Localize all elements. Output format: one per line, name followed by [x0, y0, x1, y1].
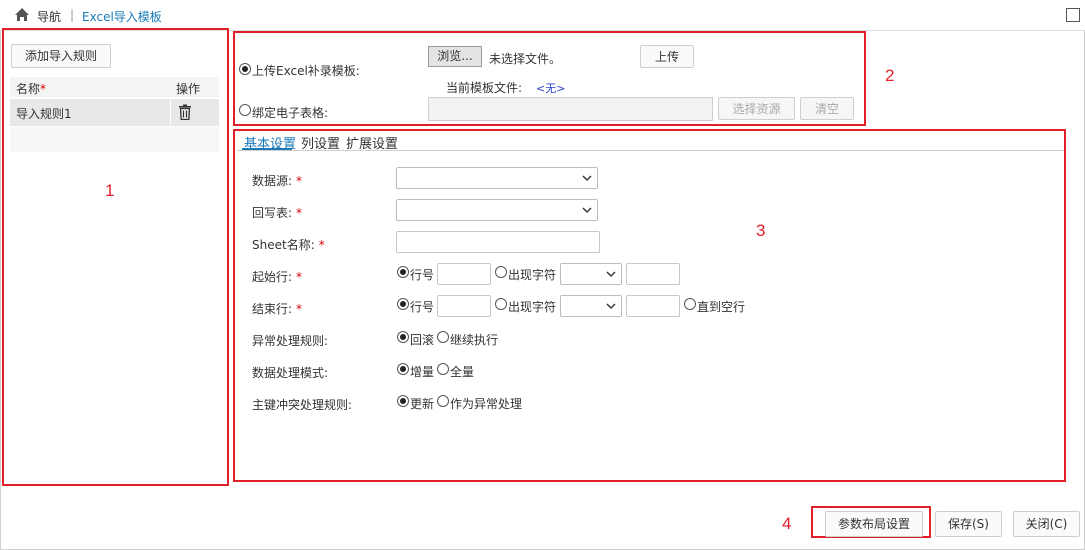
browse-button[interactable]: 浏览... — [428, 46, 482, 67]
end-row-label: 结束行: * — [252, 302, 303, 316]
spreadsheet-path-field — [428, 97, 713, 121]
param-layout-button[interactable]: 参数布局设置 — [825, 511, 923, 537]
clear-button[interactable]: 清空 — [800, 97, 854, 120]
end-row-char-select[interactable] — [560, 295, 622, 317]
incremental-label: 增量 — [410, 365, 435, 379]
breadcrumb-separator: | — [70, 8, 75, 22]
current-template-value: <无> — [536, 82, 566, 95]
active-tab-indicator — [242, 148, 292, 150]
rules-table-header: 名称* 操作 — [10, 77, 219, 97]
annotation-2: 2 — [885, 66, 895, 85]
chevron-down-icon — [582, 207, 592, 213]
as-exception-radio[interactable] — [437, 395, 449, 407]
bind-spreadsheet-label: 绑定电子表格: — [252, 106, 329, 120]
rule-name[interactable]: 导入规则1 — [16, 105, 72, 122]
annotation-4: 4 — [782, 514, 792, 533]
sheet-name-input[interactable] — [396, 231, 600, 253]
update-radio[interactable] — [397, 395, 409, 407]
settings-tabs: 基本设置 列设置 扩展设置 — [237, 131, 1064, 152]
exception-rule-label: 异常处理规则: — [252, 334, 329, 348]
maximize-icon[interactable] — [1066, 8, 1080, 22]
upload-template-radio[interactable] — [239, 63, 251, 75]
chevron-down-icon — [582, 175, 592, 181]
start-row-number-input[interactable] — [437, 263, 491, 285]
full-label: 全量 — [450, 365, 475, 379]
home-icon[interactable] — [14, 7, 30, 22]
column-action-header: 操作 — [176, 82, 201, 96]
row-divider — [170, 99, 171, 126]
end-row-number-radio[interactable] — [397, 298, 409, 310]
upload-button[interactable]: 上传 — [640, 45, 694, 68]
end-row-char-input[interactable] — [626, 295, 680, 317]
end-row-char-radio[interactable] — [495, 298, 507, 310]
breadcrumb-current: Excel导入模板 — [82, 10, 162, 24]
rollback-radio[interactable] — [397, 331, 409, 343]
start-row-char-input[interactable] — [626, 263, 680, 285]
table-row[interactable]: 导入规则1 — [10, 99, 219, 126]
writeback-table-select[interactable] — [396, 199, 598, 221]
trash-icon[interactable] — [178, 104, 192, 120]
tab-extension-settings[interactable]: 扩展设置 — [346, 133, 398, 152]
no-file-label: 未选择文件。 — [489, 52, 562, 66]
start-row-number-radio[interactable] — [397, 266, 409, 278]
current-template-label: 当前模板文件: — [446, 81, 523, 95]
start-row-number-label: 行号 — [410, 268, 435, 282]
start-row-char-radio[interactable] — [495, 266, 507, 278]
chevron-down-icon — [606, 271, 616, 277]
data-mode-label: 数据处理模式: — [252, 366, 329, 380]
start-row-char-select[interactable] — [560, 263, 622, 285]
save-button[interactable]: 保存(S) — [935, 511, 1002, 537]
upload-template-label: 上传Excel补录模板: — [252, 64, 360, 78]
rules-empty-row — [10, 127, 219, 152]
close-button[interactable]: 关闭(C) — [1013, 511, 1080, 537]
sheet-name-label: Sheet名称: * — [252, 238, 325, 252]
end-row-number-label: 行号 — [410, 300, 435, 314]
tab-column-settings[interactable]: 列设置 — [301, 133, 340, 152]
as-exception-label: 作为异常处理 — [450, 397, 523, 411]
until-empty-label: 直到空行 — [697, 300, 746, 314]
annotation-3: 3 — [756, 221, 766, 240]
select-resource-button[interactable]: 选择资源 — [718, 97, 795, 120]
column-name-header: 名称* — [16, 82, 47, 96]
end-row-char-label: 出现字符 — [508, 300, 557, 314]
top-bar: 导航 | Excel导入模板 — [0, 0, 1085, 31]
writeback-table-label: 回写表: * — [252, 206, 303, 220]
continue-label: 继续执行 — [450, 333, 499, 347]
bind-spreadsheet-radio[interactable] — [239, 104, 251, 116]
update-label: 更新 — [410, 397, 435, 411]
continue-radio[interactable] — [437, 331, 449, 343]
chevron-down-icon — [606, 303, 616, 309]
nav-label[interactable]: 导航 — [37, 8, 61, 25]
annotation-1: 1 — [105, 181, 115, 200]
full-radio[interactable] — [437, 363, 449, 375]
end-row-number-input[interactable] — [437, 295, 491, 317]
data-source-select[interactable] — [396, 167, 598, 189]
data-source-label: 数据源: * — [252, 174, 303, 188]
incremental-radio[interactable] — [397, 363, 409, 375]
rollback-label: 回滚 — [410, 333, 435, 347]
add-rule-button[interactable]: 添加导入规则 — [11, 44, 111, 68]
pk-conflict-label: 主键冲突处理规则: — [252, 398, 353, 412]
start-row-label: 起始行: * — [252, 270, 303, 284]
start-row-char-label: 出现字符 — [508, 268, 557, 282]
until-empty-radio[interactable] — [684, 298, 696, 310]
